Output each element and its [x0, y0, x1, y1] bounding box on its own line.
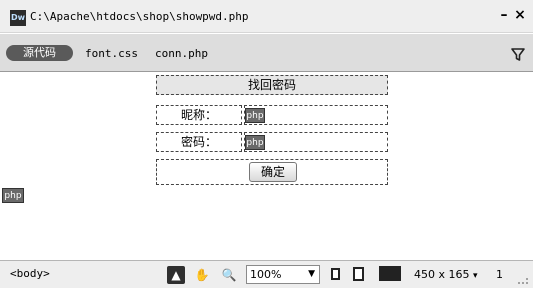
confirm-button[interactable]: 确定 — [249, 162, 297, 182]
window-size-value: 450 x 165 — [414, 268, 470, 281]
status-bar: <body> ▲ ✋ 🔍 100% ▼ 450 x 165 ▾ 1 — [0, 260, 533, 288]
tag-selector[interactable]: <body> — [10, 267, 50, 280]
mobile-size-icon[interactable] — [331, 268, 340, 280]
source-code-tab[interactable]: 源代码 — [6, 45, 73, 61]
nickname-field-cell[interactable]: php — [244, 105, 388, 125]
title-bar: Dw C:\Apache\htdocs\shop\showpwd.php – × — [0, 0, 533, 33]
form-button-row: 确定 — [156, 159, 388, 185]
design-view[interactable]: 找回密码 昵称： php 密码： php 确定 php — [0, 72, 533, 260]
tab-font-css[interactable]: font.css — [85, 47, 138, 60]
hand-tool-icon[interactable]: ✋ — [193, 266, 211, 284]
php-code-icon[interactable]: php — [245, 108, 265, 123]
password-field-cell[interactable]: php — [244, 132, 388, 152]
tablet-size-icon[interactable] — [353, 267, 364, 281]
form-heading: 找回密码 — [156, 75, 388, 95]
minimize-button[interactable]: – — [497, 7, 511, 23]
chevron-down-icon: ▼ — [308, 269, 315, 279]
zoom-tool-icon[interactable]: 🔍 — [220, 266, 238, 284]
dreamweaver-app-icon: Dw — [10, 10, 26, 26]
tab-conn-php[interactable]: conn.php — [155, 47, 208, 60]
resize-grip-icon[interactable] — [517, 275, 529, 285]
related-files-bar: 源代码 font.css conn.php — [0, 34, 533, 72]
php-code-icon[interactable]: php — [245, 135, 265, 150]
php-code-icon[interactable]: php — [2, 188, 24, 203]
chevron-down-icon: ▾ — [473, 271, 478, 281]
window-title: C:\Apache\htdocs\shop\showpwd.php — [30, 10, 249, 23]
desktop-size-icon[interactable] — [379, 266, 401, 281]
select-pointer-icon[interactable]: ▲ — [167, 266, 185, 284]
close-button[interactable]: × — [513, 7, 527, 23]
download-size: 1 — [496, 268, 503, 281]
filter-icon[interactable] — [510, 46, 526, 62]
zoom-value: 100% — [250, 268, 282, 281]
zoom-select[interactable]: 100% ▼ — [246, 265, 320, 284]
password-label: 密码： — [156, 132, 242, 152]
window-size[interactable]: 450 x 165 ▾ — [414, 268, 478, 281]
nickname-label: 昵称： — [156, 105, 242, 125]
